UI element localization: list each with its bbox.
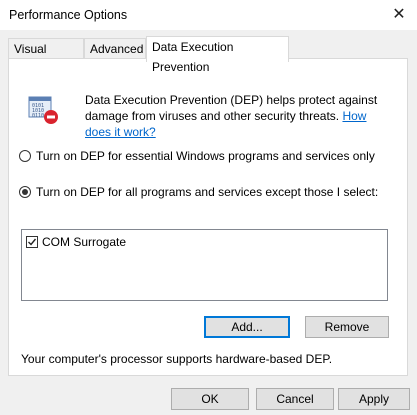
dep-shield-icon: 0101 1010 0110 bbox=[28, 96, 58, 124]
processor-support-text: Your computer's processor supports hardw… bbox=[21, 352, 333, 366]
exceptions-list[interactable]: COM Surrogate bbox=[21, 229, 388, 301]
dep-description-text: Data Execution Prevention (DEP) helps pr… bbox=[85, 93, 378, 123]
add-button[interactable]: Add... bbox=[204, 316, 290, 338]
checkmark-icon bbox=[28, 238, 37, 246]
radio-essential-only-label: Turn on DEP for essential Windows progra… bbox=[36, 149, 375, 163]
com-surrogate-label: COM Surrogate bbox=[42, 235, 127, 249]
radio-essential-only-indicator[interactable] bbox=[19, 150, 31, 162]
apply-button[interactable]: Apply bbox=[338, 388, 410, 410]
ok-button[interactable]: OK bbox=[171, 388, 249, 410]
tab-strip: Visual Effects Advanced Data Execution P… bbox=[8, 36, 408, 76]
svg-text:0110: 0110 bbox=[32, 113, 44, 119]
title-bar: Performance Options ✕ bbox=[0, 0, 417, 30]
close-button[interactable]: ✕ bbox=[387, 3, 411, 27]
window-title: Performance Options bbox=[9, 8, 128, 22]
tab-data-execution-prevention[interactable]: Data Execution Prevention bbox=[146, 36, 289, 74]
radio-all-except-selected[interactable]: Turn on DEP for all programs and service… bbox=[19, 184, 378, 200]
com-surrogate-checkbox[interactable] bbox=[26, 236, 38, 248]
tab-advanced[interactable]: Advanced bbox=[84, 38, 146, 58]
tab-visual-effects[interactable]: Visual Effects bbox=[8, 38, 84, 76]
dep-description: Data Execution Prevention (DEP) helps pr… bbox=[85, 92, 385, 140]
radio-essential-only[interactable]: Turn on DEP for essential Windows progra… bbox=[19, 148, 375, 164]
remove-button[interactable]: Remove bbox=[305, 316, 389, 338]
radio-all-except-selected-label: Turn on DEP for all programs and service… bbox=[36, 185, 379, 199]
cancel-button[interactable]: Cancel bbox=[256, 388, 334, 410]
radio-all-except-selected-indicator[interactable] bbox=[19, 186, 31, 198]
dep-panel: 0101 1010 0110 Data Execution Prevention… bbox=[8, 58, 408, 376]
list-item[interactable]: COM Surrogate bbox=[26, 234, 126, 250]
